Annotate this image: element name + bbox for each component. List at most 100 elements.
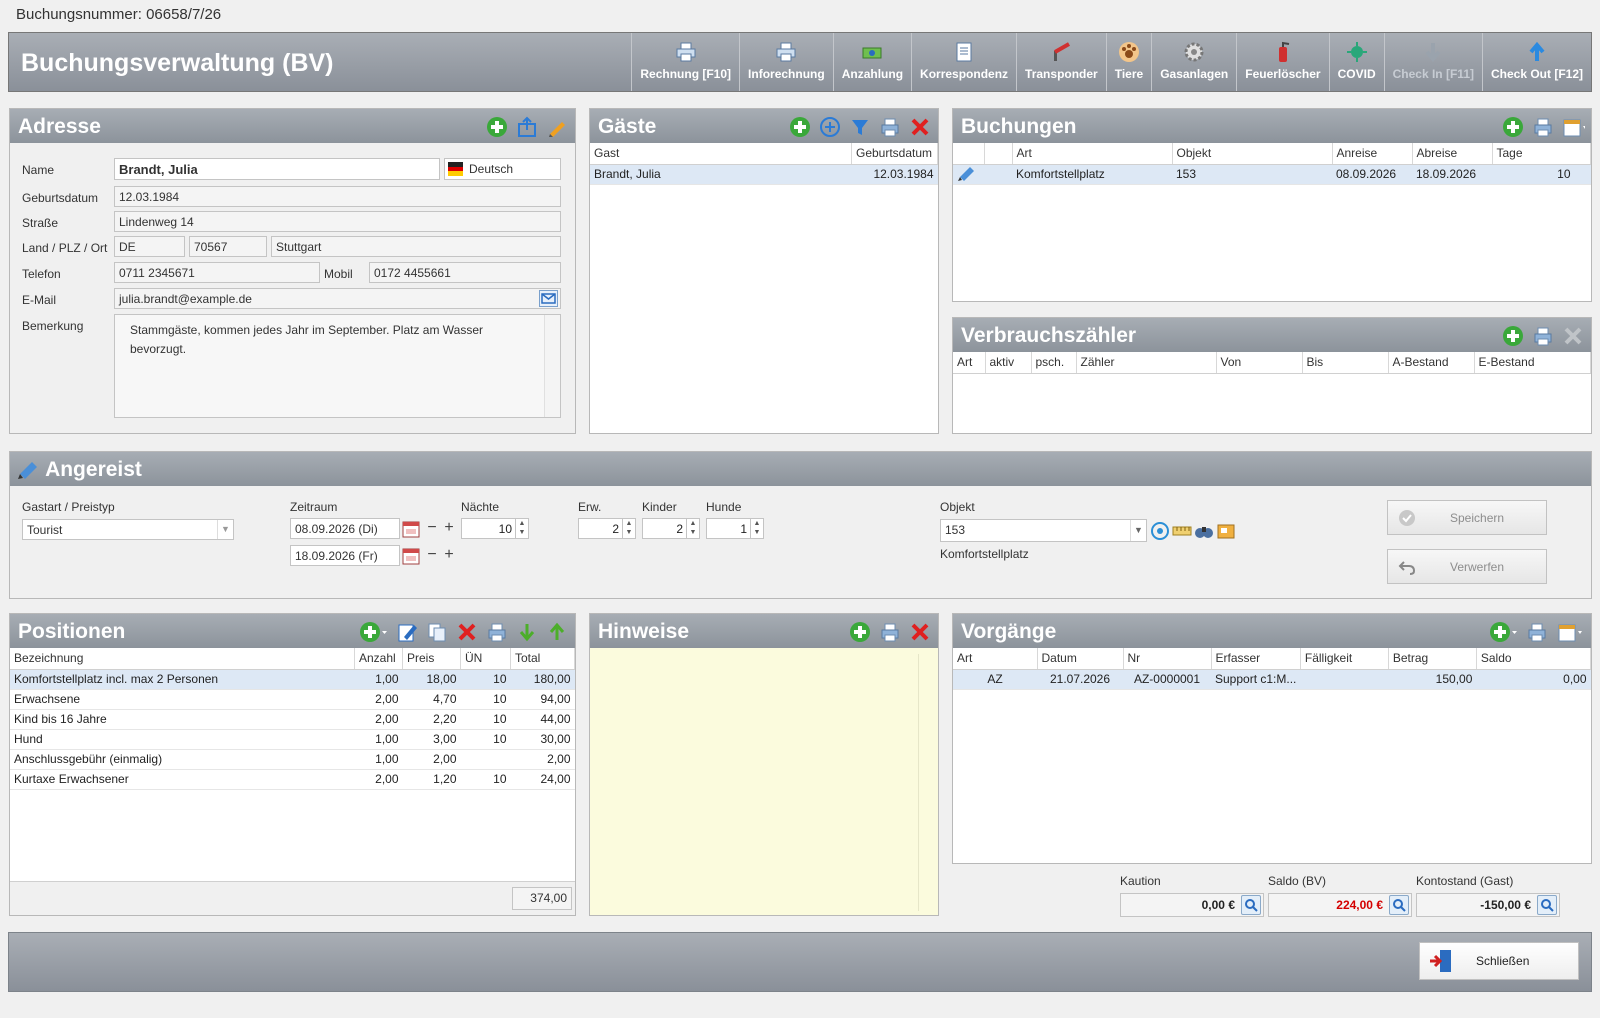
birthdate-field[interactable]: 12.03.1984 [114,186,561,207]
magnifier-icon[interactable] [1389,895,1409,915]
email-field[interactable]: julia.brandt@example.de [114,288,561,309]
add-transaction-icon[interactable] [1489,620,1519,644]
guests-col-birthdate[interactable]: Geburtsdatum [851,143,938,165]
meters-col-from[interactable]: Von [1216,352,1303,374]
bookings-col-type[interactable]: Art [1012,143,1173,165]
print-icon[interactable] [1531,324,1555,348]
add-existing-guest-icon[interactable] [818,115,842,139]
table-row[interactable]: Erwachsene 2,00 4,70 10 94,00 [10,689,575,710]
toolbar-button-money[interactable]: Anzahlung [832,33,911,91]
table-row[interactable]: Komfortstellplatz 153 08.09.2026 18.09.2… [953,164,1591,185]
target-icon[interactable] [1150,521,1170,541]
table-row[interactable]: Anschlussgebühr (einmalig) 1,00 2,00 2,00 [10,749,575,770]
toolbar-button-arrow-up[interactable]: Check Out [F12] [1481,33,1591,91]
add-position-icon[interactable] [359,620,389,644]
tx-col-amount[interactable]: Betrag [1388,648,1477,670]
tx-col-type[interactable]: Art [953,648,1038,670]
meters-col-meter[interactable]: Zähler [1076,352,1217,374]
table-row[interactable]: Kind bis 16 Jahre 2,00 2,20 10 44,00 [10,709,575,730]
magnifier-icon[interactable] [1241,895,1261,915]
arrival-minus-button[interactable]: − [424,520,440,538]
add-note-icon[interactable] [848,620,872,644]
adults-stepper[interactable]: 2 ▲ ▼ [578,518,636,539]
close-button[interactable]: Schließen [1419,942,1579,980]
stepper-arrows-icon[interactable]: ▲ ▼ [686,519,699,538]
meters-col-start[interactable]: A-Bestand [1388,352,1475,374]
positions-col-total[interactable]: Total [510,648,575,670]
table-row[interactable]: Kurtaxe Erwachsener 2,00 1,20 10 24,00 [10,769,575,790]
departure-minus-button[interactable]: − [424,547,440,565]
add-icon[interactable] [485,115,509,139]
stepper-arrows-icon[interactable]: ▲ ▼ [622,519,635,538]
toolbar-button-paw[interactable]: Tiere [1105,33,1151,91]
positions-col-qty[interactable]: Anzahl [354,648,403,670]
toolbar-button-document[interactable]: Korrespondenz [911,33,1016,91]
edit-pencil-icon[interactable] [545,115,569,139]
toolbar-button-gear[interactable]: Gasanlagen [1151,33,1236,91]
meters-col-flat[interactable]: psch. [1031,352,1077,374]
delete-icon[interactable] [455,620,479,644]
delete-icon[interactable] [908,115,932,139]
print-icon[interactable] [878,115,902,139]
stepper-arrows-icon[interactable]: ▲ ▼ [515,519,528,538]
export-icon[interactable] [515,115,539,139]
children-stepper[interactable]: 2 ▲ ▼ [642,518,700,539]
dogs-stepper[interactable]: 1 ▲ ▼ [706,518,764,539]
arrow-up-icon[interactable] [545,620,569,644]
table-row[interactable]: Brandt, Julia 12.03.1984 [590,164,938,185]
binoculars-icon[interactable] [1194,521,1214,541]
edit-icon[interactable] [395,620,419,644]
save-button[interactable]: Speichern [1387,500,1547,535]
chevron-down-icon[interactable]: ▼ [1130,520,1146,541]
add-guest-icon[interactable] [788,115,812,139]
calendar-menu-icon[interactable] [1555,620,1585,644]
table-row[interactable]: AZ 21.07.2026 AZ-0000001 Support c1:M...… [953,669,1591,690]
guest-type-select[interactable]: Tourist ▼ [22,519,234,540]
table-row[interactable]: Komfortstellplatz incl. max 2 Personen 1,… [10,669,575,690]
print-icon[interactable] [878,620,902,644]
add-meter-icon[interactable] [1501,324,1525,348]
country-field[interactable]: DE [114,236,185,257]
chevron-down-icon[interactable]: ▼ [217,520,233,539]
map-icon[interactable] [1216,521,1236,541]
guests-col-guest[interactable]: Gast [590,143,852,165]
calendar-menu-icon[interactable] [1561,115,1585,139]
magnifier-icon[interactable] [1537,895,1557,915]
phone-field[interactable]: 0711 2345671 [114,262,320,283]
remark-textarea[interactable]: Stammgäste, kommen jedes Jahr im Septemb… [114,314,561,418]
positions-col-nights[interactable]: ÜN [460,648,511,670]
positions-col-price[interactable]: Preis [402,648,461,670]
arrival-date-field[interactable]: 08.09.2026 (Di) [290,518,400,539]
toolbar-button-printer[interactable]: Rechnung [F10] [631,33,739,91]
print-icon[interactable] [485,620,509,644]
mobile-field[interactable]: 0172 4455661 [369,262,561,283]
remark-scrollbar[interactable] [544,315,560,417]
stepper-arrows-icon[interactable]: ▲ ▼ [750,519,763,538]
meters-col-type[interactable]: Art [953,352,986,374]
tx-col-balance[interactable]: Saldo [1476,648,1592,670]
tx-col-date[interactable]: Datum [1037,648,1124,670]
toolbar-button-virus[interactable]: COVID [1328,33,1384,91]
toolbar-button-barrier[interactable]: Transponder [1016,33,1106,91]
departure-calendar-icon[interactable] [402,547,420,565]
toolbar-button-fire-extinguisher[interactable]: Feuerlöscher [1236,33,1328,91]
arrival-calendar-icon[interactable] [402,520,420,538]
object-select[interactable]: 153 ▼ [940,519,1147,542]
discard-button[interactable]: Verwerfen [1387,549,1547,584]
tx-col-nr[interactable]: Nr [1123,648,1212,670]
meters-col-active[interactable]: aktiv [985,352,1032,374]
notes-area[interactable] [590,648,938,915]
zip-field[interactable]: 70567 [189,236,267,257]
departure-date-field[interactable]: 18.09.2026 (Fr) [290,545,400,566]
language-select[interactable]: Deutsch [444,158,561,180]
filter-icon[interactable] [848,115,872,139]
send-mail-icon[interactable] [539,290,558,307]
notes-scrollbar[interactable] [918,654,934,911]
tx-col-due[interactable]: Fälligkeit [1300,648,1389,670]
bookings-col-arrival[interactable]: Anreise [1332,143,1413,165]
bookings-col-departure[interactable]: Abreise [1412,143,1493,165]
positions-col-desc[interactable]: Bezeichnung [10,648,355,670]
city-field[interactable]: Stuttgart [271,236,561,257]
tx-col-clerk[interactable]: Erfasser [1211,648,1301,670]
toolbar-button-printer[interactable]: Inforechnung [739,33,833,91]
